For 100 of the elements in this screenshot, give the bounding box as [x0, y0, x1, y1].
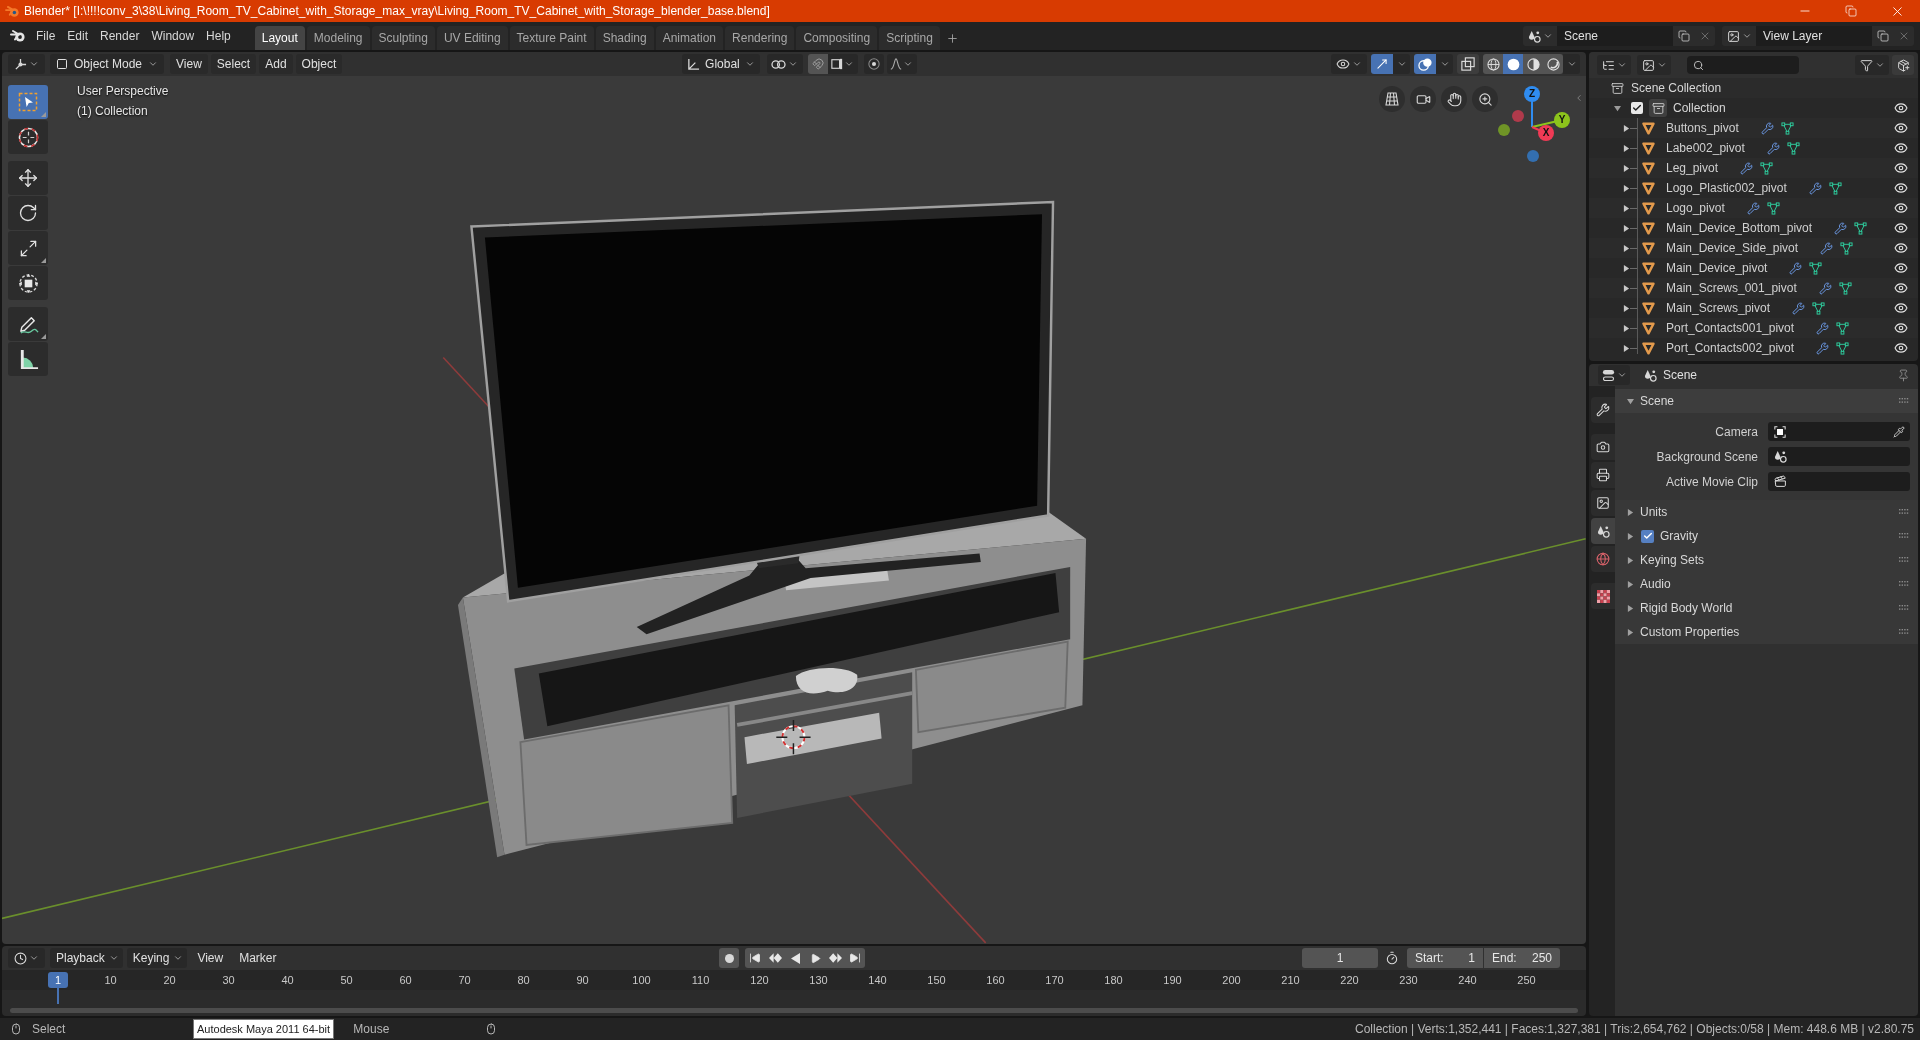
wrench-icon[interactable] — [1820, 241, 1834, 255]
properties-tab[interactable] — [1591, 397, 1615, 423]
menu-item[interactable]: File — [30, 25, 62, 47]
menu-item[interactable]: Edit — [61, 25, 95, 47]
overlays-toggle[interactable] — [1414, 54, 1436, 74]
expand-arrow-icon[interactable] — [1623, 204, 1630, 212]
duplicate-button[interactable] — [1872, 26, 1894, 46]
shading-mode-button[interactable] — [1543, 54, 1563, 74]
duplicate-button[interactable] — [1673, 26, 1695, 46]
wrench-icon[interactable] — [1766, 141, 1780, 155]
expand-arrow-icon[interactable] — [1627, 532, 1634, 540]
editor-type-button[interactable] — [8, 54, 45, 74]
gizmo-axis-handle[interactable]: Y — [1554, 112, 1570, 128]
expand-arrow-icon[interactable] — [1623, 184, 1630, 192]
workspace-tab[interactable]: Scripting — [879, 26, 940, 50]
workspace-tab[interactable]: UV Editing — [436, 26, 508, 50]
remove-button[interactable] — [1695, 26, 1715, 46]
visibility-dropdown[interactable] — [1331, 54, 1367, 74]
eye-icon[interactable] — [1894, 321, 1908, 335]
wrench-icon[interactable] — [1760, 121, 1774, 135]
gizmo-axis-dot[interactable] — [1512, 110, 1524, 122]
data-field[interactable] — [1768, 472, 1910, 491]
remove-button[interactable] — [1894, 26, 1914, 46]
tool-button[interactable] — [8, 231, 48, 265]
menu-item[interactable]: Help — [200, 25, 237, 47]
header-menu[interactable]: Object — [295, 54, 343, 74]
workspace-tab[interactable]: Modeling — [306, 26, 370, 50]
playhead-handle[interactable]: 1 — [48, 972, 68, 988]
horizontal-scrollbar[interactable] — [10, 1007, 1578, 1013]
checkbox[interactable] — [1641, 529, 1654, 543]
data-field[interactable] — [1768, 447, 1910, 466]
expand-arrow-icon[interactable] — [1623, 324, 1630, 332]
tool-button[interactable] — [8, 196, 48, 230]
tool-button[interactable] — [8, 120, 48, 154]
tool-button[interactable] — [8, 307, 48, 341]
expand-arrow-icon[interactable] — [1623, 264, 1630, 272]
wrench-icon[interactable] — [1808, 181, 1822, 195]
pivot-dropdown[interactable] — [766, 54, 803, 74]
eye-icon[interactable] — [1894, 261, 1908, 275]
stopwatch-icon[interactable] — [1385, 951, 1399, 965]
properties-tab[interactable] — [1591, 583, 1615, 609]
header-menu[interactable]: Marker — [233, 948, 283, 968]
workspace-tab[interactable]: Layout — [254, 26, 305, 50]
expand-arrow-icon[interactable] — [1623, 304, 1630, 312]
header-menu[interactable]: View — [170, 54, 208, 74]
expand-arrow-icon[interactable] — [1623, 224, 1630, 232]
gizmo-axis-dot[interactable] — [1498, 124, 1510, 136]
menu-item[interactable]: Render — [94, 25, 146, 47]
eye-icon[interactable] — [1894, 281, 1908, 295]
mode-dropdown[interactable]: Object Mode — [50, 54, 165, 74]
expand-arrow-icon[interactable] — [1627, 628, 1634, 636]
data-field[interactable] — [1768, 422, 1910, 441]
view-layer-browse-button[interactable] — [1722, 26, 1756, 46]
eye-icon[interactable] — [1894, 161, 1908, 175]
gizmo-axis-handle[interactable]: X — [1538, 125, 1554, 141]
menu-item[interactable]: Window — [145, 25, 201, 47]
drag-handle-icon[interactable] — [1899, 605, 1909, 611]
shading-mode-button[interactable] — [1523, 54, 1543, 74]
panel-header[interactable]: Audio — [1615, 572, 1918, 596]
xray-toggle[interactable] — [1457, 54, 1479, 74]
expand-arrow-icon[interactable] — [1623, 284, 1630, 292]
eyedropper-icon[interactable] — [1893, 425, 1905, 438]
checkbox[interactable] — [1631, 102, 1643, 114]
eye-icon[interactable] — [1894, 121, 1908, 135]
expand-arrow-icon[interactable] — [1627, 580, 1634, 588]
header-dropdown[interactable]: Keying — [126, 948, 188, 968]
header-menu[interactable]: Add — [259, 54, 293, 74]
editor-type-button[interactable] — [1597, 55, 1631, 75]
drag-handle-icon[interactable] — [1899, 629, 1909, 635]
workspace-tab[interactable]: Animation — [655, 26, 724, 50]
current-frame-field[interactable]: 1 — [1302, 948, 1378, 968]
scene-name-field[interactable]: Scene — [1557, 26, 1673, 46]
display-mode-dropdown[interactable] — [1637, 55, 1671, 75]
panel-header[interactable]: Units — [1615, 500, 1918, 524]
tool-button[interactable] — [8, 266, 48, 300]
eye-icon[interactable] — [1894, 301, 1908, 315]
scene-browse-button[interactable] — [1523, 26, 1557, 46]
gizmos-toggle[interactable] — [1371, 54, 1393, 74]
pin-icon[interactable] — [1897, 368, 1910, 382]
panel-header[interactable]: Custom Properties — [1615, 620, 1918, 644]
workspace-tab[interactable]: Compositing — [796, 26, 878, 50]
new-collection-button[interactable] — [1892, 55, 1914, 75]
drag-handle-icon[interactable] — [1899, 533, 1909, 539]
search-field[interactable] — [1687, 56, 1799, 74]
panel-header[interactable]: Gravity — [1615, 524, 1918, 548]
eye-icon[interactable] — [1894, 341, 1908, 355]
shading-mode-button[interactable] — [1503, 54, 1523, 74]
header-menu[interactable]: View — [191, 948, 230, 968]
pan-view-button[interactable] — [1441, 86, 1467, 112]
wrench-icon[interactable] — [1816, 341, 1830, 355]
jump-start-button[interactable] — [745, 948, 766, 968]
drag-handle-icon[interactable] — [1899, 398, 1909, 404]
expand-arrow-icon[interactable] — [1627, 604, 1634, 612]
panel-header[interactable]: Keying Sets — [1615, 548, 1918, 572]
camera-view-button[interactable] — [1410, 86, 1436, 112]
drag-handle-icon[interactable] — [1899, 557, 1909, 563]
expand-arrow-icon[interactable] — [1623, 344, 1630, 352]
eye-icon[interactable] — [1894, 101, 1908, 115]
wrench-icon[interactable] — [1746, 201, 1760, 215]
workspace-tab[interactable]: Shading — [595, 26, 654, 50]
